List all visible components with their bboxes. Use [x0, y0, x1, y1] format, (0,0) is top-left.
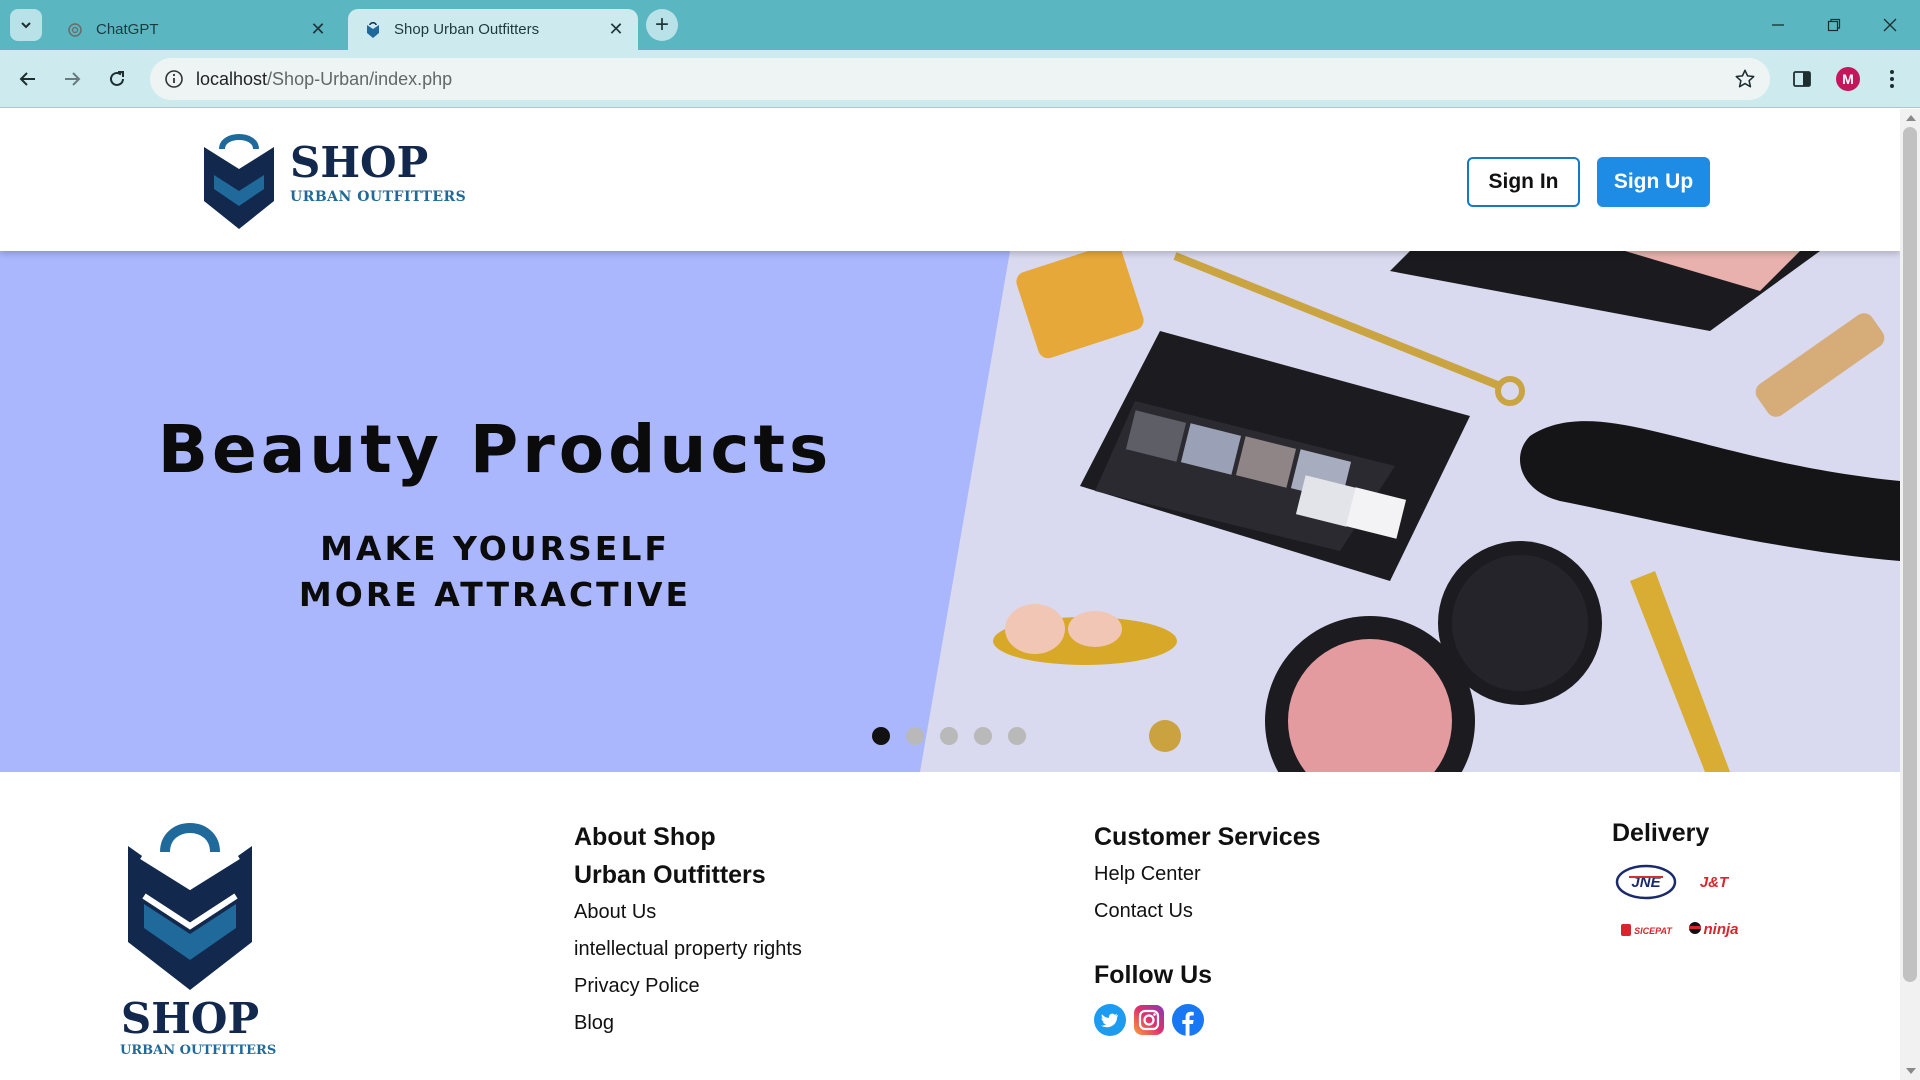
browser-toolbar: localhost/Shop-Urban/index.php M [0, 50, 1920, 108]
side-panel-icon [1793, 71, 1811, 87]
footer-follow-heading: Follow Us [1094, 961, 1213, 989]
close-icon[interactable]: ✕ [308, 19, 328, 40]
footer-about-column: About Shop Urban Outfitters About Us int… [574, 818, 802, 1042]
facebook-icon[interactable] [1172, 1004, 1204, 1036]
url-host: localhost [196, 68, 268, 89]
hero-subtitle-line: MAKE YOURSELF [320, 529, 670, 568]
hero-subtitle-line: MORE ATTRACTIVE [298, 575, 692, 614]
twitter-icon[interactable] [1094, 1004, 1126, 1036]
close-icon[interactable]: ✕ [606, 19, 626, 40]
footer-link-about-us[interactable]: About Us [574, 894, 802, 931]
arrow-right-icon [65, 72, 81, 86]
reload-icon [110, 71, 124, 86]
shop-bag-logo-icon [204, 134, 274, 229]
hero-subtitle: MAKE YOURSELF MORE ATTRACTIVE [0, 526, 990, 618]
footer-link-blog[interactable]: Blog [574, 1005, 802, 1042]
jne-logo: JNE [1612, 864, 1680, 900]
carousel-dot-5[interactable] [1008, 727, 1026, 745]
footer-logo-subtitle: URBAN OUTFITTERS [120, 1043, 277, 1058]
carousel-dot-2[interactable] [906, 727, 924, 745]
sign-up-button[interactable]: Sign Up [1597, 157, 1710, 207]
ninja-logo: ninja [1680, 912, 1748, 948]
carousel-indicators [872, 727, 1042, 745]
carousel-dot-1[interactable] [872, 727, 890, 745]
site-info-icon[interactable] [164, 69, 184, 89]
logo-subtitle: URBAN OUTFITTERS [290, 189, 467, 205]
browser-tabstrip: ChatGPT ✕ Shop Urban Outfitters ✕ + [0, 0, 1920, 50]
footer-logo-title: SHOP [120, 994, 260, 1043]
sign-in-button[interactable]: Sign In [1467, 157, 1580, 207]
back-button[interactable] [12, 63, 44, 95]
restore-icon [1827, 18, 1841, 32]
reload-button[interactable] [101, 63, 133, 95]
footer-services-heading: Customer Services [1094, 823, 1321, 851]
tab-chatgpt[interactable]: ChatGPT ✕ [50, 9, 340, 50]
delivery-logos: JNE J&T SICEPAT ninja [1612, 864, 1748, 948]
minimize-button[interactable] [1750, 0, 1806, 50]
tab-title: Shop Urban Outfitters [394, 21, 540, 38]
star-icon[interactable] [1734, 68, 1756, 90]
close-icon [1883, 18, 1897, 32]
forward-button[interactable] [56, 63, 88, 95]
url-text: localhost/Shop-Urban/index.php [196, 69, 452, 90]
site-logo[interactable]: SHOP URBAN OUTFITTERS [200, 129, 466, 231]
restore-button[interactable] [1806, 0, 1862, 50]
tab-search-button[interactable] [10, 9, 42, 41]
footer-about-heading: Urban Outfitters [574, 861, 766, 889]
jnt-logo-text: J&T [1700, 874, 1730, 891]
more-vertical-icon [1890, 70, 1894, 88]
shop-favicon-icon [364, 21, 382, 39]
side-panel-button[interactable] [1786, 63, 1818, 95]
url-path: /Shop-Urban/index.php [267, 68, 453, 89]
beauty-products-photo [920, 251, 1900, 772]
scroll-down-icon[interactable] [1906, 1068, 1916, 1074]
address-bar[interactable]: localhost/Shop-Urban/index.php [150, 58, 1770, 100]
page-viewport: SHOP URBAN OUTFITTERS Sign In Sign Up Be… [0, 109, 1900, 1080]
jnt-logo: J&T [1680, 864, 1748, 900]
instagram-icon[interactable] [1133, 1004, 1165, 1036]
shop-bag-logo-icon [128, 823, 252, 990]
site-footer: SHOP URBAN OUTFITTERS About Shop Urban O… [0, 772, 1900, 1080]
new-tab-button[interactable]: + [646, 9, 678, 41]
footer-link-help-center[interactable]: Help Center [1094, 856, 1321, 893]
sicepat-logo: SICEPAT [1612, 912, 1680, 948]
site-header: SHOP URBAN OUTFITTERS Sign In Sign Up [0, 109, 1900, 251]
footer-delivery-column: Delivery JNE J&T SICEPAT ninja [1612, 814, 1748, 948]
chevron-down-icon [21, 22, 31, 29]
arrow-left-icon [19, 72, 35, 86]
hero-carousel: Beauty Products MAKE YOURSELF MORE ATTRA… [0, 251, 1900, 772]
profile-button[interactable]: M [1832, 63, 1864, 95]
footer-link-ip-rights[interactable]: intellectual property rights [574, 931, 802, 968]
tab-title: ChatGPT [96, 21, 159, 38]
scrollbar-thumb[interactable] [1903, 127, 1917, 982]
ninja-logo-text: ninja [1703, 921, 1738, 938]
browser-menu-button[interactable] [1876, 63, 1908, 95]
logo-title: SHOP [290, 138, 429, 187]
carousel-dot-4[interactable] [974, 727, 992, 745]
footer-services-column: Customer Services Help Center Contact Us… [1094, 818, 1321, 1036]
window-close-button[interactable] [1862, 0, 1918, 50]
footer-about-heading: About Shop [574, 823, 716, 851]
tab-shop-urban[interactable]: Shop Urban Outfitters ✕ [348, 9, 638, 50]
page-scrollbar[interactable] [1900, 109, 1920, 1080]
minimize-icon [1772, 24, 1784, 26]
sicepat-logo-text: SICEPAT [1634, 926, 1673, 936]
social-links [1094, 1004, 1321, 1036]
carousel-dot-3[interactable] [940, 727, 958, 745]
chatgpt-icon [66, 21, 84, 39]
hero-title: Beauty Products [157, 411, 833, 488]
footer-link-privacy[interactable]: Privacy Police [574, 968, 802, 1005]
footer-logo[interactable]: SHOP URBAN OUTFITTERS [120, 812, 277, 1058]
footer-link-contact-us[interactable]: Contact Us [1094, 893, 1321, 930]
scroll-up-icon[interactable] [1906, 115, 1916, 121]
avatar: M [1836, 67, 1860, 91]
footer-delivery-heading: Delivery [1612, 819, 1710, 847]
